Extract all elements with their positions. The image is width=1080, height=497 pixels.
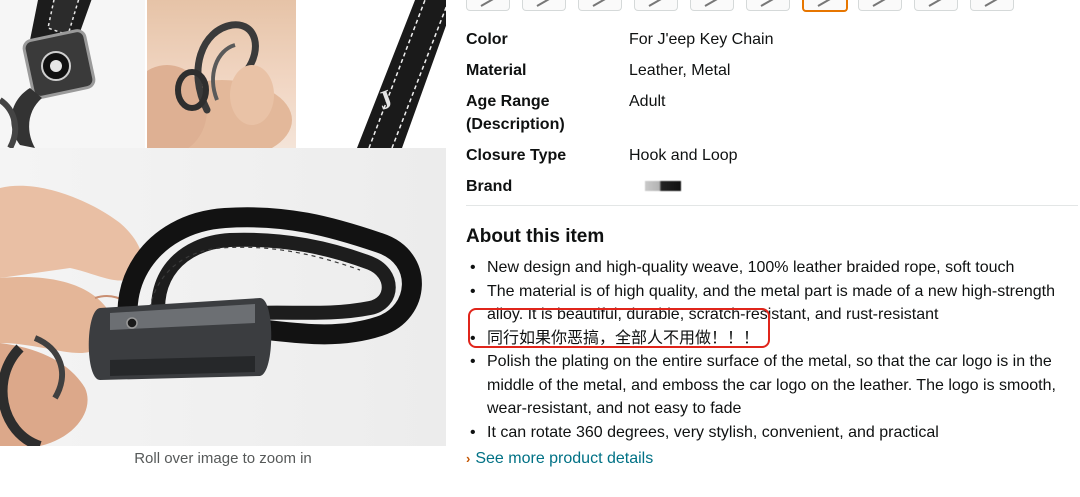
keychain-icon: [480, 0, 494, 7]
spec-label: Brand: [466, 178, 513, 195]
swatch-option[interactable]: [578, 0, 622, 11]
product-image-gallery: J Roll over image to zoom in: [0, 0, 446, 497]
swatch-option[interactable]: [690, 0, 734, 11]
spec-value: Hook and Loop: [629, 147, 738, 164]
spec-label: Material: [466, 62, 527, 79]
swatch-option[interactable]: [634, 0, 678, 11]
list-item: New design and high-quality weave, 100% …: [466, 256, 1071, 280]
list-item: It can rotate 360 degrees, very stylish,…: [466, 421, 1071, 445]
thumbnail-keychain-closeup[interactable]: [0, 0, 145, 148]
keychain-icon: [536, 0, 550, 7]
spec-row-age-range: Age Range (Description) Adult: [466, 90, 1066, 136]
keychain-icon: [648, 0, 662, 7]
section-divider: [466, 205, 1078, 206]
spec-row-brand: Brand: [466, 175, 1066, 198]
chevron-right-icon: ›: [466, 451, 471, 466]
list-item: Polish the plating on the entire surface…: [466, 350, 1071, 421]
swatch-option[interactable]: [746, 0, 790, 11]
keychain-icon: [928, 0, 942, 7]
spec-label: Age Range (Description): [466, 93, 565, 133]
swatch-option[interactable]: [970, 0, 1014, 11]
thumbnail-carabiner-hand[interactable]: [147, 0, 296, 148]
product-specs-table: Color For J'eep Key Chain Material Leath…: [466, 28, 1066, 206]
swatch-option[interactable]: [466, 0, 510, 11]
red-highlight-annotation: [468, 308, 770, 348]
swatch-option[interactable]: [858, 0, 902, 11]
brand-logo-blurred: [645, 181, 681, 191]
keychain-icon: [984, 0, 998, 7]
zoom-hint: Roll over image to zoom in: [134, 450, 312, 467]
see-more-label: See more product details: [475, 450, 654, 467]
spec-label: Color: [466, 31, 508, 48]
swatch-option[interactable]: [914, 0, 958, 11]
main-product-image[interactable]: [0, 148, 446, 446]
spec-row-material: Material Leather, Metal: [466, 59, 1066, 82]
about-bullet-list: New design and high-quality weave, 100% …: [466, 256, 1071, 444]
keychain-icon: [704, 0, 718, 7]
thumbnail-leather-strap[interactable]: J: [297, 0, 446, 148]
keychain-icon: [872, 0, 886, 7]
keychain-icon: [760, 0, 774, 7]
keychain-icon: [817, 0, 831, 7]
swatch-option[interactable]: [522, 0, 566, 11]
about-heading: About this item: [466, 226, 605, 247]
spec-value: For J'eep Key Chain: [629, 31, 774, 48]
spec-value: Leather, Metal: [629, 62, 731, 79]
spec-value: [629, 175, 1066, 198]
spec-row-closure-type: Closure Type Hook and Loop: [466, 144, 1066, 167]
keychain-icon: [592, 0, 606, 7]
spec-label: Closure Type: [466, 147, 567, 164]
spec-value: Adult: [629, 93, 666, 110]
product-details: Color For J'eep Key Chain Material Leath…: [466, 0, 1080, 497]
swatch-option-selected[interactable]: [802, 0, 848, 12]
spec-row-color: Color For J'eep Key Chain: [466, 28, 1066, 51]
see-more-details-link[interactable]: › See more product details: [466, 450, 653, 468]
